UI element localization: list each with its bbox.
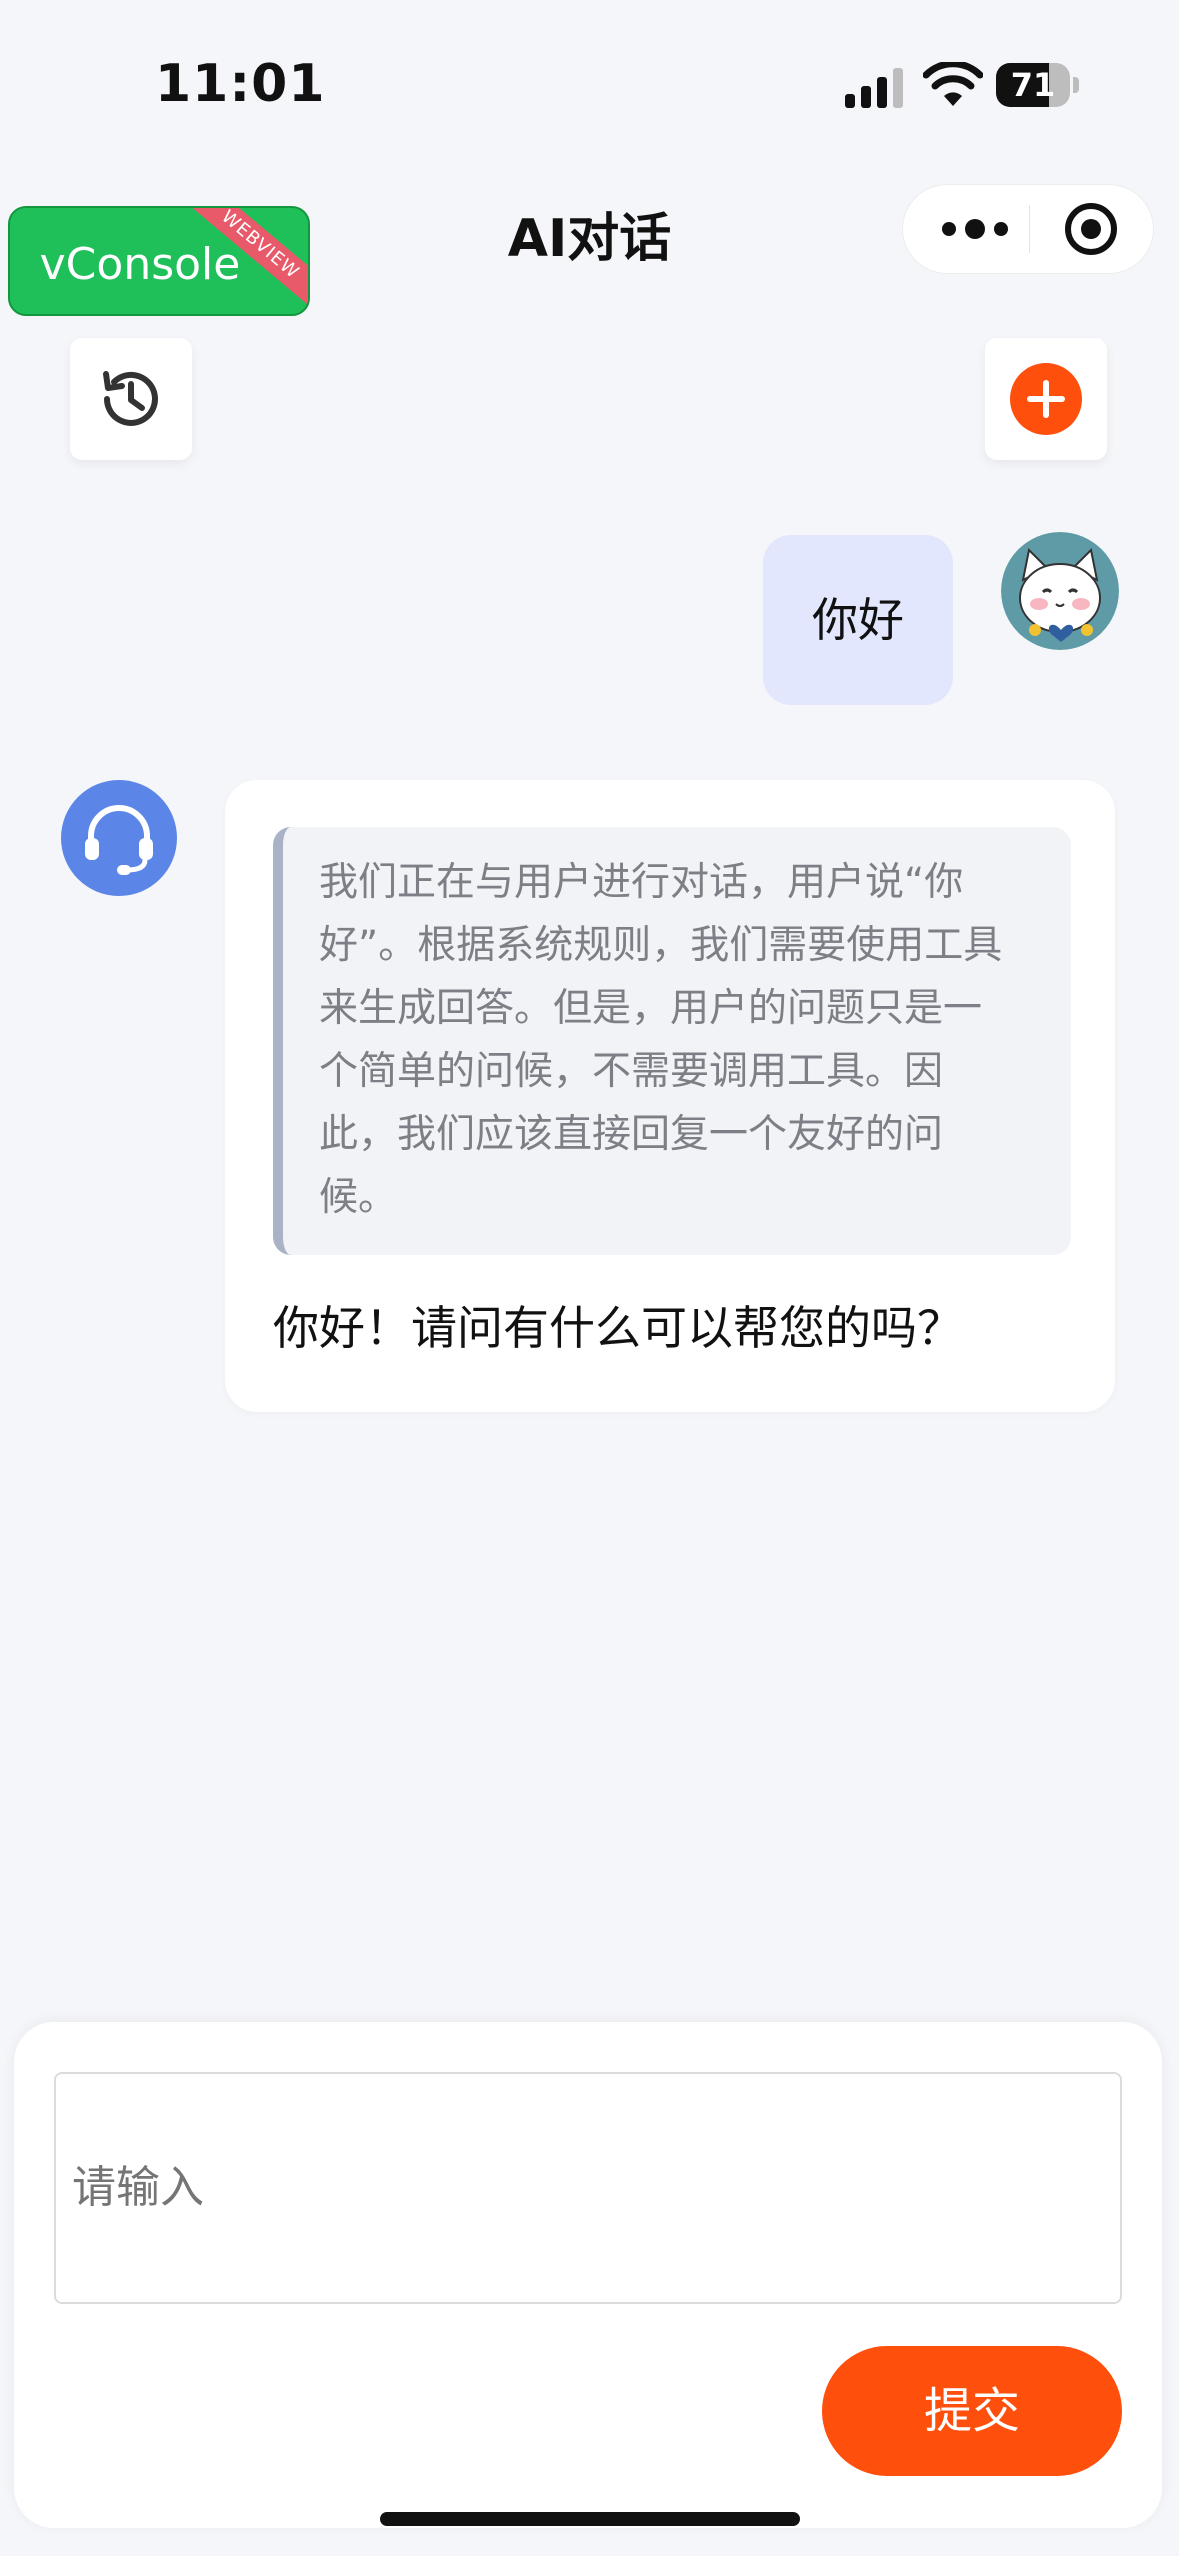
wifi-icon <box>923 62 983 106</box>
ai-thinking-text: 我们正在与用户进行对话，用户说“你好”。根据系统规则，我们需要使用工具来生成回答… <box>319 860 1003 1220</box>
composer-panel: 提交 <box>14 2022 1162 2528</box>
status-time: 11:01 <box>155 54 326 114</box>
more-dots-icon[interactable] <box>933 207 1017 251</box>
ai-avatar <box>61 780 177 896</box>
ai-answer-text: 你好！请问有什么可以帮您的吗？ <box>273 1301 963 1355</box>
history-icon <box>103 371 158 426</box>
miniprogram-capsule <box>903 185 1153 273</box>
ai-message-card: 我们正在与用户进行对话，用户说“你好”。根据系统规则，我们需要使用工具来生成回答… <box>225 780 1115 1412</box>
cat-avatar-icon <box>1001 532 1119 650</box>
user-message-bubble: 你好 <box>763 535 953 705</box>
new-chat-button[interactable] <box>985 338 1107 460</box>
ai-thinking-block: 我们正在与用户进行对话，用户说“你好”。根据系统规则，我们需要使用工具来生成回答… <box>273 827 1071 1255</box>
headset-icon <box>85 805 153 875</box>
battery-indicator: 71 <box>996 63 1080 109</box>
close-miniprogram-icon[interactable] <box>1063 201 1119 257</box>
submit-button[interactable]: 提交 <box>822 2346 1122 2476</box>
plus-circle-icon <box>1010 363 1082 435</box>
history-button[interactable] <box>70 338 192 460</box>
cellular-signal-icon <box>845 68 903 108</box>
user-avatar[interactable] <box>1001 532 1119 650</box>
message-input[interactable] <box>54 2072 1122 2304</box>
home-indicator <box>380 2512 800 2526</box>
battery-level: 71 <box>1010 66 1056 104</box>
capsule-divider <box>1029 205 1030 253</box>
